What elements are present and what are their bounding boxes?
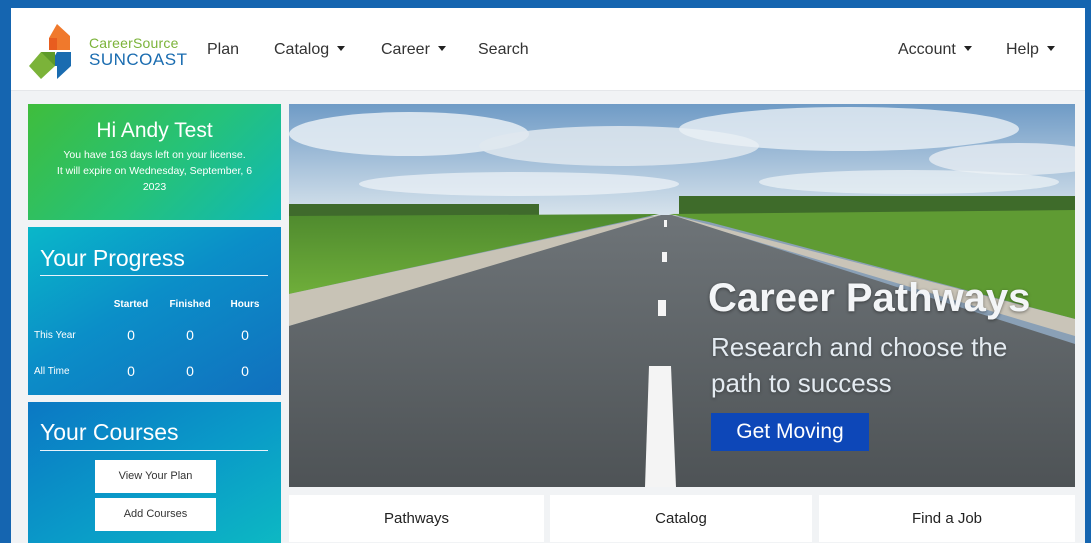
catalog-tile[interactable]: Catalog xyxy=(550,495,812,542)
progress-col-started: Started xyxy=(113,299,149,310)
progress-row-label: All Time xyxy=(34,366,70,377)
license-expiry: It will expire on Wednesday, September, … xyxy=(56,165,253,177)
nav-search-label: Search xyxy=(478,41,529,58)
progress-value: 0 xyxy=(127,327,135,343)
progress-value: 0 xyxy=(186,327,194,343)
progress-value: 0 xyxy=(241,327,249,343)
nav-catalog-label: Catalog xyxy=(274,41,330,58)
progress-title: Your Progress xyxy=(40,245,185,271)
careersource-logo[interactable]: CareerSource SUNCOAST xyxy=(27,22,187,82)
progress-divider xyxy=(40,275,268,276)
logo-line-2: SUNCOAST xyxy=(89,50,188,69)
logo-wordmark: CareerSource SUNCOAST xyxy=(89,36,187,68)
license-days-left: You have 163 days left on your license. xyxy=(63,149,246,161)
progress-row-label: This Year xyxy=(34,330,76,341)
caret-down-icon xyxy=(1046,46,1055,51)
nav-career-label: Career xyxy=(381,41,430,58)
hero-banner: Career Pathways Research and choose the … xyxy=(289,104,1075,487)
courses-divider xyxy=(40,450,268,451)
nav-career-dropdown[interactable]: Career xyxy=(381,41,446,59)
caret-down-icon xyxy=(337,46,346,51)
find-job-tile[interactable]: Find a Job xyxy=(819,495,1075,542)
courses-title: Your Courses xyxy=(40,419,179,445)
get-moving-button[interactable]: Get Moving xyxy=(711,413,869,451)
courses-panel: Your Courses View Your Plan Add Courses xyxy=(28,402,281,543)
nav-account-dropdown[interactable]: Account xyxy=(898,41,972,59)
progress-col-hours: Hours xyxy=(230,299,260,310)
logo-line-1: CareerSource xyxy=(89,35,179,51)
nav-catalog-dropdown[interactable]: Catalog xyxy=(274,41,346,59)
license-message: You have 163 days left on your license. … xyxy=(42,147,267,195)
nav-account-label: Account xyxy=(898,41,956,58)
top-navbar: CareerSource SUNCOAST Plan Catalog Caree… xyxy=(11,8,1085,91)
progress-col-finished: Finished xyxy=(169,299,211,310)
hero-subtitle-line-1: Research and choose the xyxy=(711,332,1008,362)
nav-plan-label: Plan xyxy=(207,41,240,58)
hero-title: Career Pathways xyxy=(708,276,1031,320)
view-plan-button[interactable]: View Your Plan xyxy=(95,460,216,493)
hero-subtitle-line-2: path to success xyxy=(711,368,892,398)
nav-help-label: Help xyxy=(1006,41,1039,58)
caret-down-icon xyxy=(437,46,446,51)
app-window: CareerSource SUNCOAST Plan Catalog Caree… xyxy=(11,8,1085,543)
caret-down-icon xyxy=(963,46,972,51)
license-expiry-year: 2023 xyxy=(142,181,167,193)
progress-panel: Your Progress Started Finished Hours Thi… xyxy=(28,227,281,395)
pathways-tile[interactable]: Pathways xyxy=(289,495,544,542)
logo-mark-icon xyxy=(29,24,71,79)
progress-value: 0 xyxy=(186,363,194,379)
welcome-greeting: Hi Andy Test xyxy=(96,119,213,142)
nav-search[interactable]: Search xyxy=(478,41,529,59)
progress-value: 0 xyxy=(127,363,135,379)
add-courses-button[interactable]: Add Courses xyxy=(95,498,216,531)
nav-help-dropdown[interactable]: Help xyxy=(1006,41,1055,59)
nav-plan[interactable]: Plan xyxy=(207,41,239,59)
welcome-panel: Hi Andy Test You have 163 days left on y… xyxy=(28,104,281,220)
progress-value: 0 xyxy=(241,363,249,379)
hero-subtitle: Research and choose the path to success xyxy=(711,329,1051,401)
